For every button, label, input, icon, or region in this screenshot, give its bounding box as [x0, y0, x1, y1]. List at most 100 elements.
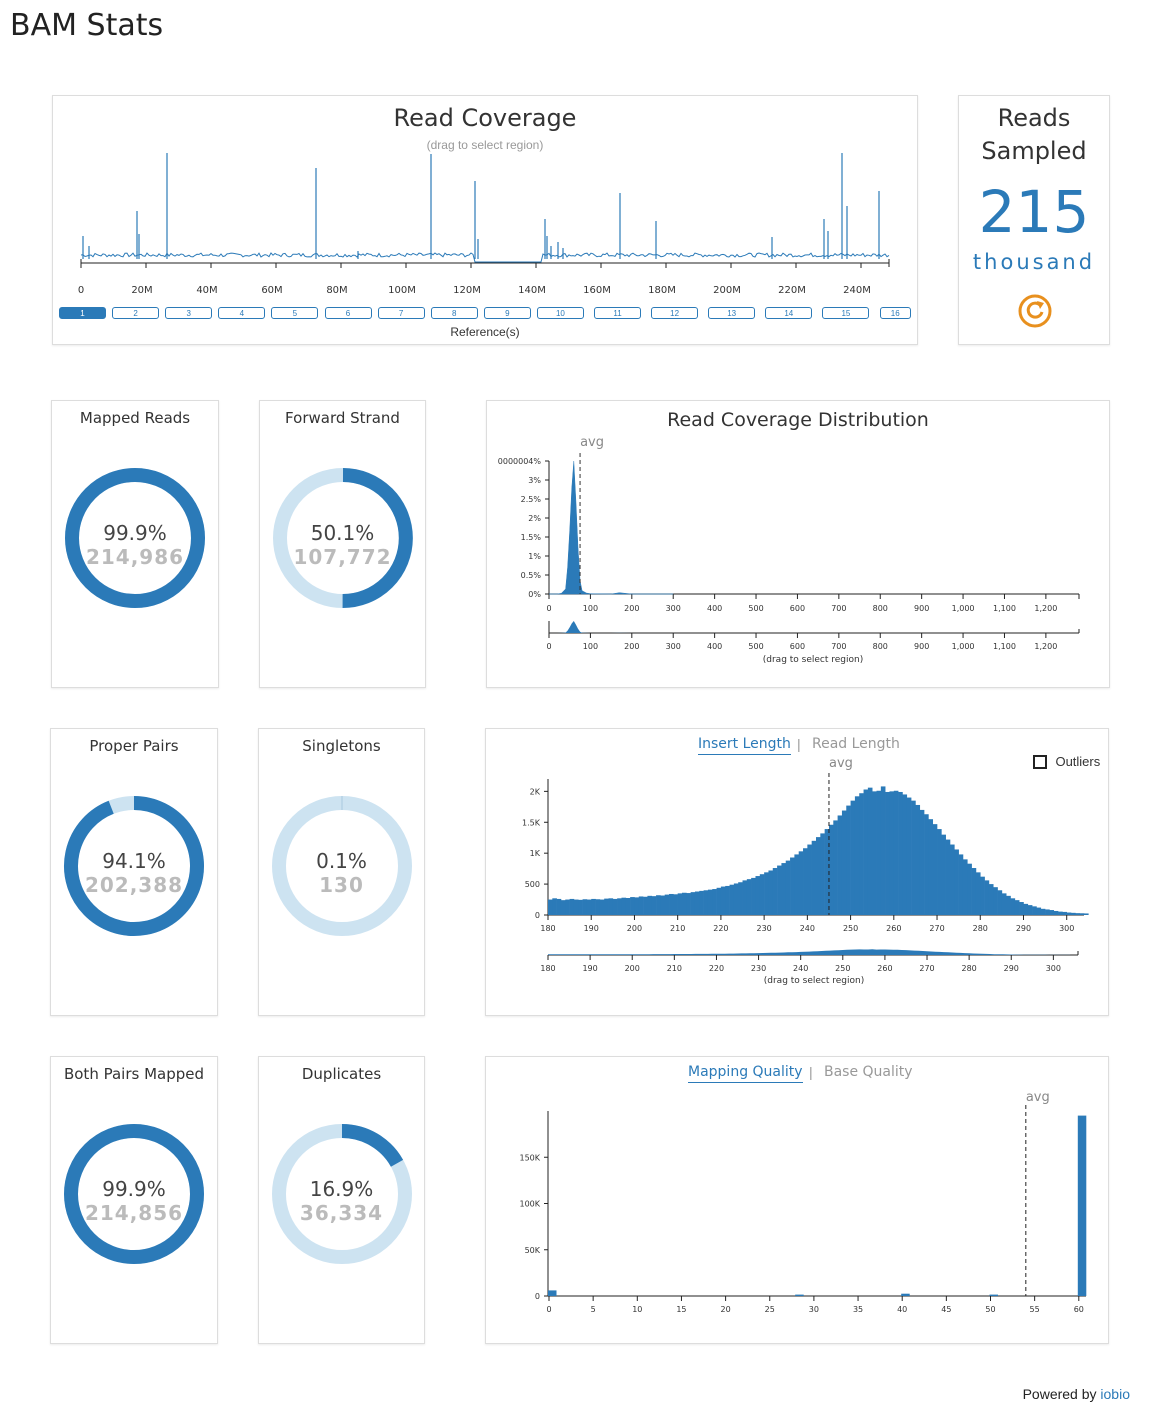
- x-tick-label: 5: [591, 1305, 596, 1314]
- insert-bar: [941, 834, 946, 915]
- insert-bar: [634, 897, 640, 915]
- insert-bar: [785, 860, 791, 915]
- reference-button-11[interactable]: 11: [594, 307, 641, 319]
- x-tick-label: 230: [751, 964, 766, 973]
- reference-button-16[interactable]: 16: [879, 307, 911, 319]
- x-tick-label: 800: [873, 604, 888, 613]
- x-tick-label: 220M: [778, 285, 806, 296]
- insert-bar: [1079, 913, 1085, 915]
- insert-bar: [651, 896, 657, 915]
- insert-bar: [781, 863, 787, 915]
- insert-bar: [682, 892, 687, 915]
- duplicates-title: Duplicates: [301, 1065, 382, 1083]
- insert-bar: [552, 898, 557, 915]
- x-tick-label: 0: [546, 1305, 551, 1314]
- singletons-card: Singletons 0.1% 130: [258, 728, 425, 1016]
- x-tick-label: 300: [1046, 964, 1061, 973]
- insert-bar: [850, 800, 856, 915]
- x-tick-label: 50: [985, 1305, 995, 1314]
- mapped-reads-title: Mapped Reads: [79, 409, 191, 427]
- insert-bar: [586, 899, 592, 915]
- insert-bar: [746, 879, 752, 915]
- insert-bar: [803, 848, 808, 915]
- x-tick-label: 400: [707, 642, 722, 651]
- insert-bar: [816, 837, 821, 915]
- insert-bar: [1027, 905, 1033, 915]
- x-tick-label: 1,200: [1034, 642, 1057, 651]
- insert-bar: [690, 892, 696, 915]
- reference-button-6[interactable]: 6: [324, 307, 372, 319]
- y-tick-label: 0%: [528, 590, 541, 599]
- insert-bar: [1019, 902, 1024, 915]
- reference-button-12[interactable]: 12: [651, 307, 699, 319]
- insert-bar: [837, 815, 843, 915]
- insert-bar: [548, 899, 553, 915]
- x-tick-label: 0: [546, 604, 551, 613]
- x-tick-label: 100: [583, 604, 598, 613]
- reference-button-14[interactable]: 14: [765, 307, 813, 319]
- duplicates-count: 36,334: [299, 1201, 384, 1225]
- insert-bar: [777, 865, 782, 915]
- insert-bar: [643, 896, 648, 915]
- mapped-reads-card: Mapped Reads 99.9% 214,986: [51, 400, 219, 688]
- reference-button-9[interactable]: 9: [483, 307, 531, 319]
- iobio-link[interactable]: iobio: [1100, 1386, 1130, 1402]
- y-tick-label: 1.5K: [522, 818, 541, 827]
- insert-bar: [1066, 912, 1072, 915]
- insert-bar: [980, 876, 985, 915]
- insert-bar: [1023, 903, 1029, 915]
- reference-button-7[interactable]: 7: [377, 307, 425, 319]
- insert-bar: [604, 898, 609, 915]
- y-tick-label: 3%: [528, 476, 541, 485]
- insert-bar: [928, 819, 934, 915]
- insert-bar: [950, 844, 955, 915]
- insert-bar: [733, 883, 739, 915]
- quality-bar: [548, 1290, 557, 1296]
- y-tick-label: 2.5%: [521, 495, 542, 504]
- reference-button-5[interactable]: 5: [271, 307, 319, 319]
- reference-button-1[interactable]: 1: [59, 307, 106, 319]
- reference-button-15[interactable]: 15: [822, 307, 870, 319]
- x-tick-label: 1,100: [993, 604, 1016, 613]
- coverage-distribution-card: Read Coverage Distribution 0% 0.5% 1% 1.5% 2…: [486, 400, 1110, 688]
- insert-bar: [828, 824, 834, 915]
- insert-bar: [790, 857, 795, 915]
- x-tick-label: 180: [540, 964, 555, 973]
- reference-button-3[interactable]: 3: [165, 307, 213, 319]
- y-tick-label: 1K: [530, 849, 541, 858]
- brush-area: [549, 621, 674, 633]
- x-tick-label: 200: [624, 642, 639, 651]
- x-tick-label: 900: [914, 642, 929, 651]
- x-tick-label: 700: [831, 642, 846, 651]
- insert-bar: [669, 893, 674, 915]
- x-tick-label: 700: [831, 604, 846, 613]
- insert-bar: [902, 794, 908, 915]
- coverage-distribution-chart[interactable]: 0% 0.5% 1% 1.5% 2% 2.5% 3% 0000004% 0 100 200 300 40…: [487, 401, 1111, 689]
- reference-button-8[interactable]: 8: [430, 307, 478, 319]
- proper-pairs-title: Proper Pairs: [89, 737, 179, 755]
- x-tick-label: 35: [853, 1305, 863, 1314]
- insert-bar: [712, 889, 717, 915]
- reference-button-10[interactable]: 10: [536, 307, 584, 319]
- footer: Powered by iobio: [1023, 1386, 1130, 1402]
- x-tick-label: 300: [1059, 924, 1074, 933]
- x-tick-label: 270: [919, 964, 934, 973]
- reference-button-2[interactable]: 2: [112, 307, 160, 319]
- quality-bar: [795, 1294, 804, 1296]
- insert-bar: [1062, 911, 1068, 915]
- insert-bar: [915, 804, 921, 915]
- x-tick-label: 200M: [713, 285, 741, 296]
- insert-length-chart[interactable]: 0 500 1K 1.5K 2K 180 190 200 210 220 230 240 250 260 2…: [486, 729, 1110, 1017]
- reference-button-13[interactable]: 13: [708, 307, 756, 319]
- x-tick-label: 800: [873, 642, 888, 651]
- distribution-area: [549, 460, 674, 595]
- mapping-quality-chart[interactable]: 0 50K 100K 150K 0 5 10 15 20 25 30 35 40 45 50 55 60 avg: [486, 1057, 1110, 1345]
- x-tick-label: 180: [540, 924, 555, 933]
- refresh-icon[interactable]: [1017, 293, 1053, 329]
- insert-bar: [621, 897, 627, 915]
- both-pairs-mapped-percent: 99.9%: [102, 1177, 166, 1201]
- insert-bar: [1058, 911, 1063, 915]
- reference-button-4[interactable]: 4: [218, 307, 266, 319]
- both-pairs-mapped-title: Both Pairs Mapped: [63, 1065, 205, 1083]
- both-pairs-mapped-card: Both Pairs Mapped 99.9% 214,856: [50, 1056, 218, 1344]
